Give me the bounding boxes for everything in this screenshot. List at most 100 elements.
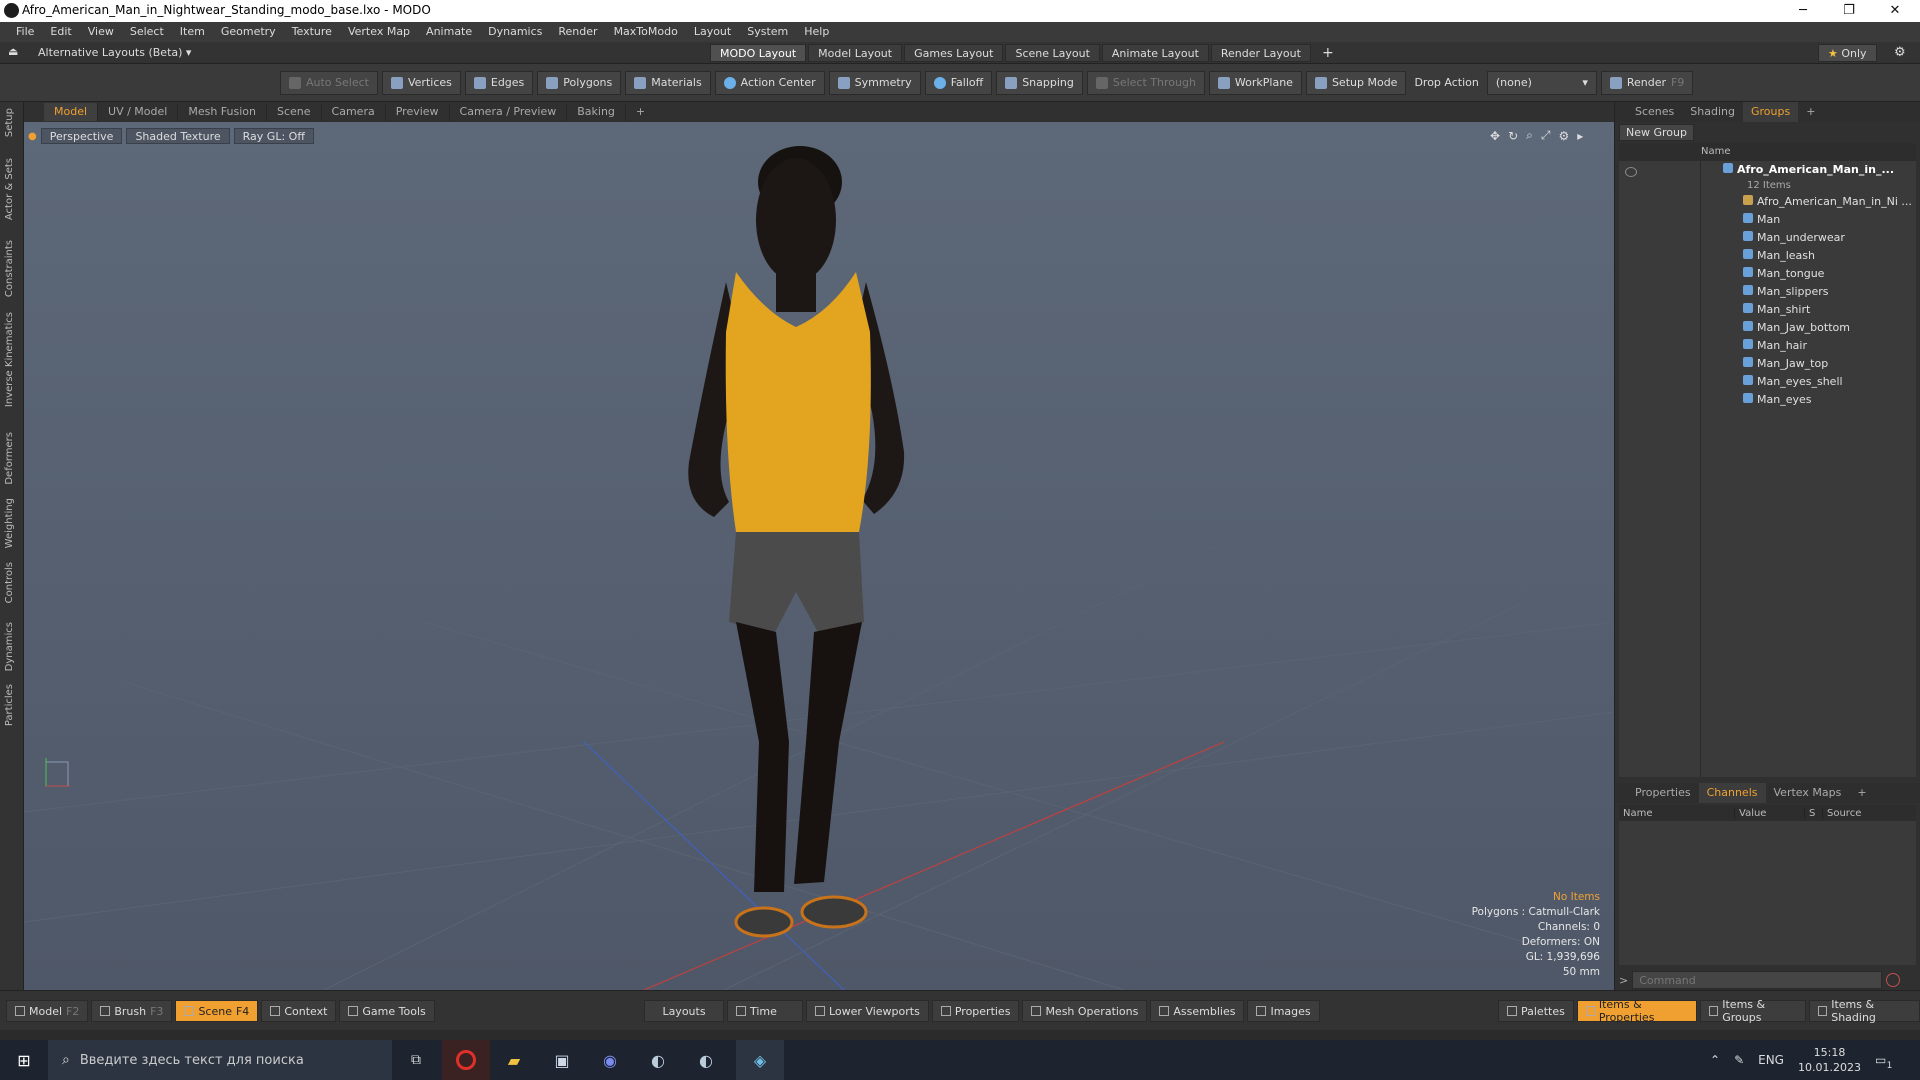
menu-edit[interactable]: Edit <box>42 22 79 42</box>
vtab-inverse-kinematics[interactable]: Inverse Kinematics <box>4 312 15 407</box>
rotate-icon[interactable]: ↻ <box>1508 129 1518 143</box>
tab-games-layout[interactable]: Games Layout <box>904 44 1004 62</box>
vtab-particles[interactable]: Particles <box>4 684 15 726</box>
pan-icon[interactable]: ✥ <box>1490 129 1500 143</box>
maximize-button[interactable]: ❐ <box>1826 0 1872 22</box>
brush-mode-button[interactable]: Brush F3 <box>91 1000 173 1022</box>
menu-help[interactable]: Help <box>796 22 837 42</box>
list-item[interactable]: Man_Jaw_bottom <box>1743 319 1916 337</box>
tab-baking[interactable]: Baking <box>567 103 626 121</box>
menu-texture[interactable]: Texture <box>284 22 340 42</box>
tab-model[interactable]: Model <box>44 103 99 121</box>
action-center-button[interactable]: Action Center <box>714 70 825 95</box>
menu-view[interactable]: View <box>80 22 122 42</box>
language-indicator[interactable]: ENG <box>1758 1053 1784 1067</box>
menu-render[interactable]: Render <box>550 22 605 42</box>
windows-start-icon[interactable]: ⊞ <box>0 1040 48 1080</box>
materials-button[interactable]: Materials <box>625 70 711 95</box>
game-tools-button[interactable]: Game Tools <box>339 1000 435 1022</box>
snapping-button[interactable]: Snapping <box>996 70 1083 95</box>
vtab-controls[interactable]: Controls <box>4 562 15 603</box>
menu-system[interactable]: System <box>739 22 796 42</box>
tab-properties[interactable]: Properties <box>1627 783 1699 803</box>
app-icon[interactable]: ◐ <box>634 1040 682 1080</box>
falloff-button[interactable]: Falloff <box>924 70 993 95</box>
menu-select[interactable]: Select <box>122 22 172 42</box>
context-button[interactable]: Context <box>261 1000 337 1022</box>
setup-mode-button[interactable]: Setup Mode <box>1305 70 1407 95</box>
clock[interactable]: 15:18 10.01.2023 <box>1798 1045 1861 1075</box>
tab-modo-layout[interactable]: MODO Layout <box>710 44 807 62</box>
items-shading-button[interactable]: Items & Shading <box>1809 998 1920 1024</box>
menu-maxtomodo[interactable]: MaxToModo <box>606 22 686 42</box>
app-icon[interactable]: ▣ <box>538 1040 586 1080</box>
menu-file[interactable]: File <box>8 22 42 42</box>
list-item[interactable]: Man_underwear <box>1743 229 1916 247</box>
notifications-icon[interactable]: ▭ 1 <box>1875 1053 1892 1071</box>
layouts-button[interactable]: Layouts <box>644 1000 724 1022</box>
tab-model-layout[interactable]: Model Layout <box>808 44 903 62</box>
list-item[interactable]: Man_eyes <box>1743 391 1916 409</box>
minimize-button[interactable]: ─ <box>1780 0 1826 22</box>
perspective-button[interactable]: Perspective <box>40 128 123 144</box>
tab-render-layout[interactable]: Render Layout <box>1210 44 1311 62</box>
scene-mode-button[interactable]: Scene F4 <box>175 1000 259 1022</box>
tab-uv-model[interactable]: UV / Model <box>98 103 179 121</box>
chevron-up-icon[interactable]: ⌃ <box>1710 1053 1720 1067</box>
modo-taskbar-icon[interactable]: ◈ <box>736 1040 784 1080</box>
settings-icon[interactable]: ⚙ <box>1558 129 1569 143</box>
symmetry-button[interactable]: Symmetry <box>828 70 921 95</box>
only-button[interactable]: ★ Only <box>1818 44 1877 62</box>
command-input[interactable] <box>1632 971 1883 989</box>
layout-up-icon[interactable]: ⏏ <box>8 45 18 58</box>
auto-select-button[interactable]: Auto Select <box>280 70 378 95</box>
items-properties-button[interactable]: Items & Properties <box>1576 998 1698 1024</box>
tab-camera[interactable]: Camera <box>322 103 386 121</box>
vtab-weighting[interactable]: Weighting <box>4 498 15 548</box>
vtab-actors[interactable]: Actor & Sets <box>4 158 15 220</box>
tab-scene[interactable]: Scene <box>267 103 322 121</box>
lower-viewports-button[interactable]: Lower Viewports <box>806 1000 929 1022</box>
tab-shading[interactable]: Shading <box>1682 102 1743 122</box>
arrow-right-icon[interactable]: ▸ <box>1577 129 1583 143</box>
alternative-layouts-dropdown[interactable]: Alternative Layouts (Beta) ▾ <box>38 46 191 59</box>
add-panel-tab-icon[interactable]: + <box>1849 783 1874 803</box>
model-mode-button[interactable]: Model F2 <box>6 1000 89 1022</box>
list-item[interactable]: Man_slippers <box>1743 283 1916 301</box>
list-item[interactable]: Man_leash <box>1743 247 1916 265</box>
drop-action-select[interactable]: (none) ▾ <box>1486 70 1597 95</box>
images-button[interactable]: Images <box>1247 1000 1320 1022</box>
time-button[interactable]: Time <box>727 1000 803 1022</box>
zoom-icon[interactable]: ⌕ <box>1526 128 1533 143</box>
maximize-icon[interactable]: ⤢ <box>1541 128 1551 143</box>
tab-vertex-maps[interactable]: Vertex Maps <box>1766 783 1850 803</box>
tab-scene-layout[interactable]: Scene Layout <box>1005 44 1100 62</box>
menu-geometry[interactable]: Geometry <box>213 22 284 42</box>
vertices-button[interactable]: Vertices <box>381 70 461 95</box>
add-panel-tab-icon[interactable]: + <box>1798 102 1823 122</box>
close-button[interactable]: ✕ <box>1872 0 1918 22</box>
character-model[interactable] <box>688 146 905 938</box>
new-group-button[interactable]: New Group <box>1619 124 1694 141</box>
menu-dynamics[interactable]: Dynamics <box>480 22 550 42</box>
list-item[interactable]: Man_eyes_shell <box>1743 373 1916 391</box>
list-item[interactable]: Man <box>1743 211 1916 229</box>
vtab-dynamics[interactable]: Dynamics <box>4 622 15 671</box>
vtab-setup[interactable]: Setup <box>4 108 15 137</box>
render-button[interactable]: Render F9 <box>1600 70 1694 95</box>
menu-item[interactable]: Item <box>172 22 213 42</box>
polygons-button[interactable]: Polygons <box>537 70 622 95</box>
list-item[interactable]: Afro_American_Man_in_Ni ... <box>1743 193 1916 211</box>
menu-vertex-map[interactable]: Vertex Map <box>340 22 418 42</box>
assemblies-button[interactable]: Assemblies <box>1150 1000 1245 1022</box>
list-item[interactable]: Man_tongue <box>1743 265 1916 283</box>
discord-icon[interactable]: ◉ <box>586 1040 634 1080</box>
properties-button[interactable]: Properties <box>931 1000 1020 1022</box>
tab-camera-preview[interactable]: Camera / Preview <box>450 103 568 121</box>
list-item[interactable]: Man_shirt <box>1743 301 1916 319</box>
pen-icon[interactable]: ✎ <box>1734 1053 1744 1067</box>
gear-icon[interactable]: ⚙ <box>1894 45 1906 60</box>
mesh-operations-button[interactable]: Mesh Operations <box>1022 1000 1148 1022</box>
add-layout-icon[interactable]: + <box>1313 44 1343 62</box>
vtab-deformers[interactable]: Deformers <box>4 432 15 485</box>
